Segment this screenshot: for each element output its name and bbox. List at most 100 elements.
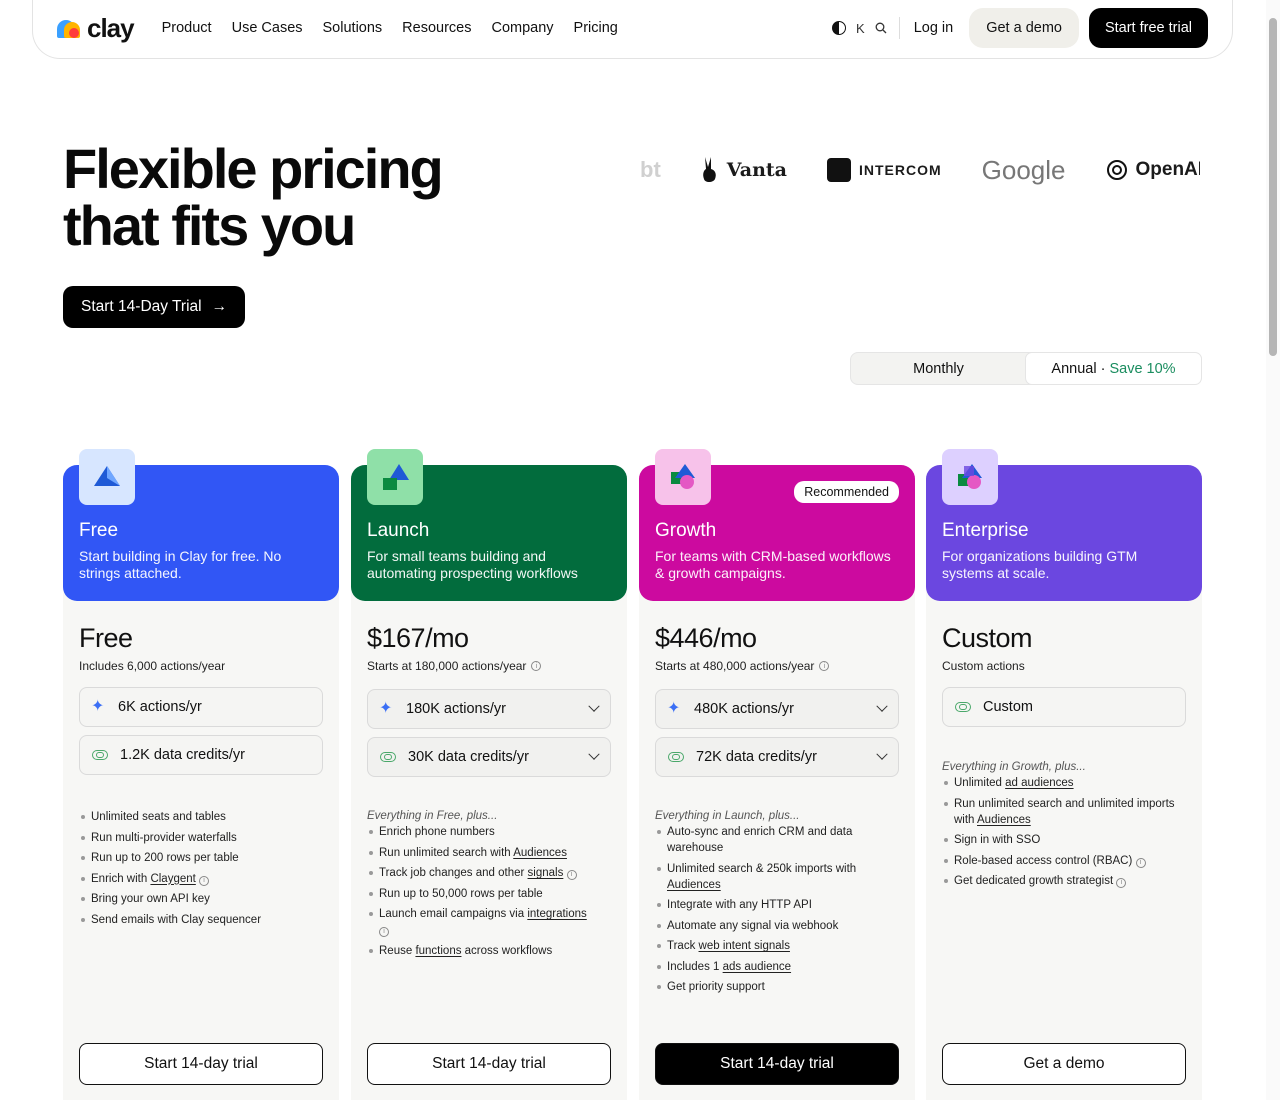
plan-description: For organizations building GTM systems a… xyxy=(942,548,1138,581)
actions-field: 6K actions/yr xyxy=(79,687,323,727)
start-free-trial-button[interactable]: Start free trial xyxy=(1088,8,1208,48)
info-icon[interactable]: i xyxy=(566,870,577,880)
info-icon[interactable]: i xyxy=(379,927,389,937)
arrow-right-icon: → xyxy=(211,298,228,315)
start-trial-button-growth[interactable]: Start 14-day trial xyxy=(655,1043,899,1085)
credits-dropdown[interactable]: 72K data credits/yr xyxy=(655,737,899,777)
nav-link-company[interactable]: Company xyxy=(491,20,553,36)
plan-icon-growth xyxy=(655,449,711,505)
logo-intercom: INTERCOM xyxy=(826,158,942,182)
audiences-link[interactable]: Audiences xyxy=(667,879,721,891)
plan-price: $446/mo xyxy=(655,623,757,653)
plan-description: For teams with CRM-based workflows & gro… xyxy=(655,548,891,581)
billing-toggle: Monthly Annual · Save 10% xyxy=(850,352,1202,385)
hero-button-label: Start 14-Day Trial xyxy=(81,298,202,315)
recommended-badge: Recommended xyxy=(794,481,899,503)
start-trial-button-free[interactable]: Start 14-day trial xyxy=(79,1043,323,1085)
signals-link[interactable]: signals xyxy=(528,867,564,879)
get-demo-button[interactable]: Get a demo xyxy=(969,8,1079,48)
web-intent-signals-link[interactable]: web intent signals xyxy=(699,940,790,952)
logo-text: clay xyxy=(87,12,135,43)
feature-list: Auto-sync and enrich CRM and data wareho… xyxy=(639,824,915,995)
feature-item: Automate any signal via webhook xyxy=(655,918,899,934)
plan-description: Start building in Clay for free. No stri… xyxy=(79,548,282,581)
scrollbar-thumb[interactable] xyxy=(1269,18,1277,356)
info-icon[interactable]: i xyxy=(1135,857,1146,868)
theme-toggle-icon[interactable] xyxy=(832,21,847,35)
feature-item: Bring your own API key xyxy=(79,891,323,907)
vanta-rabbit-icon xyxy=(702,157,716,182)
plan-includes-note: Everything in Free, plus... xyxy=(367,810,498,822)
nav-link-product[interactable]: Product xyxy=(162,20,212,36)
nav-link-solutions[interactable]: Solutions xyxy=(323,20,383,36)
title-line-2: that fits you xyxy=(63,194,356,257)
get-demo-button-enterprise[interactable]: Get a demo xyxy=(942,1043,1186,1085)
functions-link[interactable]: functions xyxy=(415,945,461,957)
credits-dropdown[interactable]: 30K data credits/yr xyxy=(367,737,611,777)
info-icon[interactable]: i xyxy=(199,875,210,886)
nav-link-pricing[interactable]: Pricing xyxy=(574,20,618,36)
actions-dropdown[interactable]: 180K actions/yr xyxy=(367,689,611,729)
feature-item: Unlimited seats and tables xyxy=(79,809,323,825)
billing-annual[interactable]: Annual · Save 10% xyxy=(1025,352,1202,385)
logo-openai: OpenAI xyxy=(1106,159,1200,181)
plan-price: Custom xyxy=(942,623,1033,653)
audiences-link[interactable]: Audiences xyxy=(513,847,567,859)
logo-partial: bt xyxy=(640,157,661,182)
feature-item: Auto-sync and enrich CRM and data wareho… xyxy=(655,824,899,856)
chevron-down-icon xyxy=(876,700,888,712)
feature-item: Enrich with Claygent i xyxy=(79,871,323,887)
claygent-link[interactable]: Claygent xyxy=(150,873,195,885)
plan-price-sub: Custom actions xyxy=(942,659,1025,673)
logo-google: Google xyxy=(981,154,1066,185)
audiences-link[interactable]: Audiences xyxy=(977,814,1031,826)
feature-item: Sign in with SSO xyxy=(942,832,1186,848)
billing-monthly[interactable]: Monthly xyxy=(851,353,1026,384)
plan-name: Growth xyxy=(655,520,717,541)
title-line-1: Flexible pricing xyxy=(63,137,444,200)
credits-field: 1.2K data credits/yr xyxy=(79,735,323,775)
plan-name: Launch xyxy=(367,520,430,541)
feature-item: Get priority support xyxy=(655,979,899,995)
actions-dropdown[interactable]: 480K actions/yr xyxy=(655,689,899,729)
plan-price: Free xyxy=(79,623,133,653)
plan-name: Enterprise xyxy=(942,520,1029,541)
sparkle-icon xyxy=(91,696,106,716)
feature-item: Unlimited search & 250k imports with Aud… xyxy=(655,861,899,893)
feature-list: Unlimited seats and tables Run multi-pro… xyxy=(63,809,339,928)
login-link[interactable]: Log in xyxy=(914,20,954,36)
plan-header: Enterprise For organizations building GT… xyxy=(926,449,1202,601)
feature-item: Run unlimited search with Audiences xyxy=(367,845,611,861)
feature-item: Reuse functions across workflows xyxy=(367,943,611,959)
integrations-link[interactable]: integrations xyxy=(527,908,586,920)
coins-icon xyxy=(668,752,684,762)
search-icon[interactable] xyxy=(875,22,887,34)
shortcut-key: K xyxy=(856,20,865,36)
search-shortcut[interactable]: K xyxy=(832,17,900,39)
feature-item: Integrate with any HTTP API xyxy=(655,897,899,913)
ad-audiences-link[interactable]: ad audiences xyxy=(1005,777,1073,789)
feature-item: Unlimited ad audiences xyxy=(942,775,1186,791)
nav-actions: K Log in Get a demo Start free trial xyxy=(832,8,1208,48)
sparkle-icon xyxy=(379,698,394,718)
clay-logo[interactable]: clay xyxy=(57,12,135,44)
scrollbar-track[interactable] xyxy=(1266,0,1280,1100)
plan-icon-free xyxy=(79,449,135,505)
nav-link-resources[interactable]: Resources xyxy=(402,20,471,36)
info-icon[interactable]: i xyxy=(1116,878,1127,888)
feature-item: Get dedicated growth strategist i xyxy=(942,873,1186,889)
chevron-down-icon xyxy=(588,748,600,760)
custom-field: Custom xyxy=(942,687,1186,727)
plan-includes-note: Everything in Launch, plus... xyxy=(655,810,800,822)
customer-logos: bt Vanta INTERCOM Google OpenAI xyxy=(640,150,1200,190)
start-trial-hero-button[interactable]: Start 14-Day Trial → xyxy=(63,286,246,328)
info-icon[interactable]: i xyxy=(531,661,542,671)
plan-price-sub: Starts at 180,000 actions/year i xyxy=(351,654,627,673)
info-icon[interactable]: i xyxy=(819,661,830,671)
coins-icon xyxy=(380,752,396,762)
ads-audience-link[interactable]: ads audience xyxy=(723,961,791,973)
start-trial-button-launch[interactable]: Start 14-day trial xyxy=(367,1043,611,1085)
feature-item: Run up to 50,000 rows per table xyxy=(367,886,611,902)
coins-icon xyxy=(955,702,971,712)
nav-link-use-cases[interactable]: Use Cases xyxy=(232,20,303,36)
